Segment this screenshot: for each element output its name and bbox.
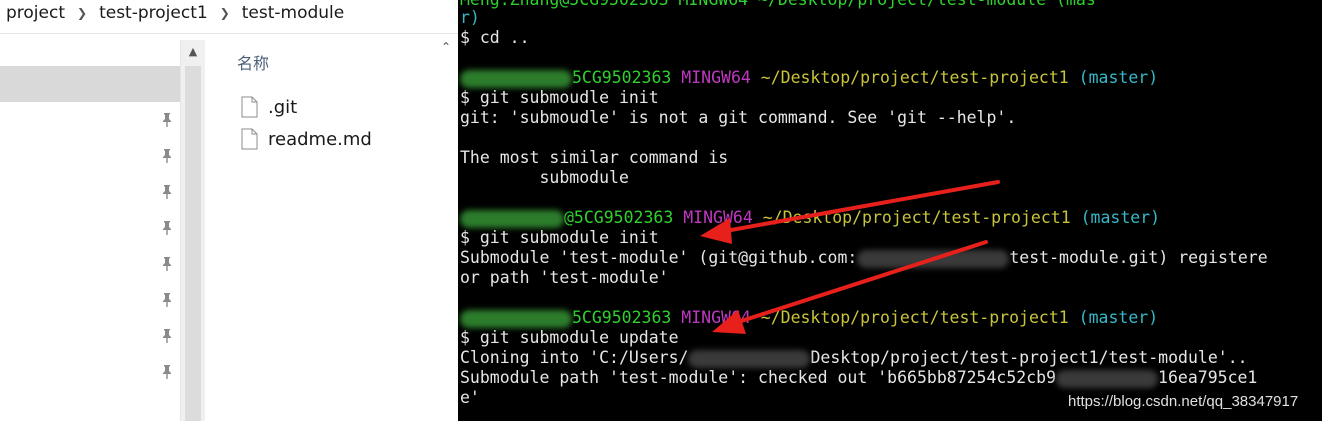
terminal-prompt: 5CG9502363 MINGW64 ~/Desktop/project/tes… — [460, 68, 1158, 88]
terminal-line-output: Cloning into 'C:/Users/Desktop/project/t… — [460, 348, 1248, 368]
list-item[interactable]: readme.md — [241, 126, 372, 152]
redacted-username — [460, 209, 564, 228]
terminal-line-output: or path 'test-module' — [460, 268, 669, 287]
terminal-line-error: git: 'submoudle' is not a git command. S… — [460, 108, 1017, 127]
watermark-text: https://blog.csdn.net/qq_38347917 — [1068, 393, 1299, 410]
terminal-line-output: submodule — [460, 168, 629, 187]
breadcrumb-item-test-project1[interactable]: test-project1 — [99, 3, 208, 23]
redacted-text — [1056, 369, 1159, 388]
column-header-name[interactable]: 名称 — [237, 50, 269, 74]
pin-icon[interactable] — [157, 362, 177, 382]
terminal-line-command: $ git submoudle init — [460, 88, 659, 107]
terminal-line-output: Submodule 'test-module' (git@github.com:… — [460, 248, 1268, 268]
redacted-username — [460, 69, 572, 88]
file-list-pane: ⌃ 名称 .git readme.md — [205, 34, 458, 421]
pin-icon[interactable] — [157, 146, 177, 166]
file-name: readme.md — [268, 128, 372, 150]
pin-icon[interactable] — [157, 218, 177, 238]
terminal-line-output: Submodule path 'test-module': checked ou… — [460, 368, 1258, 388]
redacted-username — [460, 309, 572, 328]
chevron-up-icon[interactable]: ⌃ — [441, 40, 451, 54]
list-item[interactable]: .git — [241, 94, 297, 120]
terminal-line-output: e' — [460, 388, 480, 407]
pin-icon[interactable] — [157, 254, 177, 274]
nav-item-selected[interactable] — [0, 66, 180, 102]
file-icon — [241, 96, 258, 118]
terminal-window[interactable]: Meng.Zhang@5CG9502363 MINGW64 ~/Desktop/… — [458, 0, 1322, 421]
terminal-line-cd: $ cd .. — [460, 28, 530, 47]
redacted-text — [688, 349, 811, 368]
scroll-up-arrow-icon[interactable]: ▲ — [186, 46, 200, 58]
pin-icon[interactable] — [157, 290, 177, 310]
breadcrumb-item-project[interactable]: project — [6, 3, 65, 23]
pin-icon[interactable] — [157, 326, 177, 346]
terminal-line-output: The most similar command is — [460, 148, 729, 167]
scrollbar-thumb[interactable] — [185, 66, 201, 421]
terminal-line-wrap: r) — [460, 8, 480, 27]
terminal-line-command: $ git submodule update — [460, 328, 679, 347]
breadcrumb: project ❯ test-project1 ❯ test-module — [0, 0, 458, 26]
terminal-prompt: 5CG9502363 MINGW64 ~/Desktop/project/tes… — [460, 308, 1158, 328]
chevron-right-icon[interactable]: ❯ — [77, 6, 87, 20]
file-explorer-window: project ❯ test-project1 ❯ test-module ▲ … — [0, 0, 458, 421]
breadcrumb-item-test-module[interactable]: test-module — [242, 3, 345, 23]
file-name: .git — [268, 96, 298, 118]
terminal-line-command: $ git submodule init — [460, 228, 659, 247]
nav-scrollbar[interactable]: ▲ — [180, 40, 205, 421]
chevron-right-icon[interactable]: ❯ — [220, 6, 230, 20]
navigation-pane — [0, 34, 180, 421]
pin-icon[interactable] — [157, 110, 177, 130]
terminal-line-partial-prompt: Meng.Zhang@5CG9502363 MINGW64 ~/Desktop/… — [460, 0, 1096, 10]
pin-icon[interactable] — [157, 182, 177, 202]
file-icon — [241, 128, 258, 150]
terminal-prompt: @5CG9502363 MINGW64 ~/Desktop/project/te… — [460, 208, 1160, 228]
redacted-text — [857, 249, 1010, 268]
